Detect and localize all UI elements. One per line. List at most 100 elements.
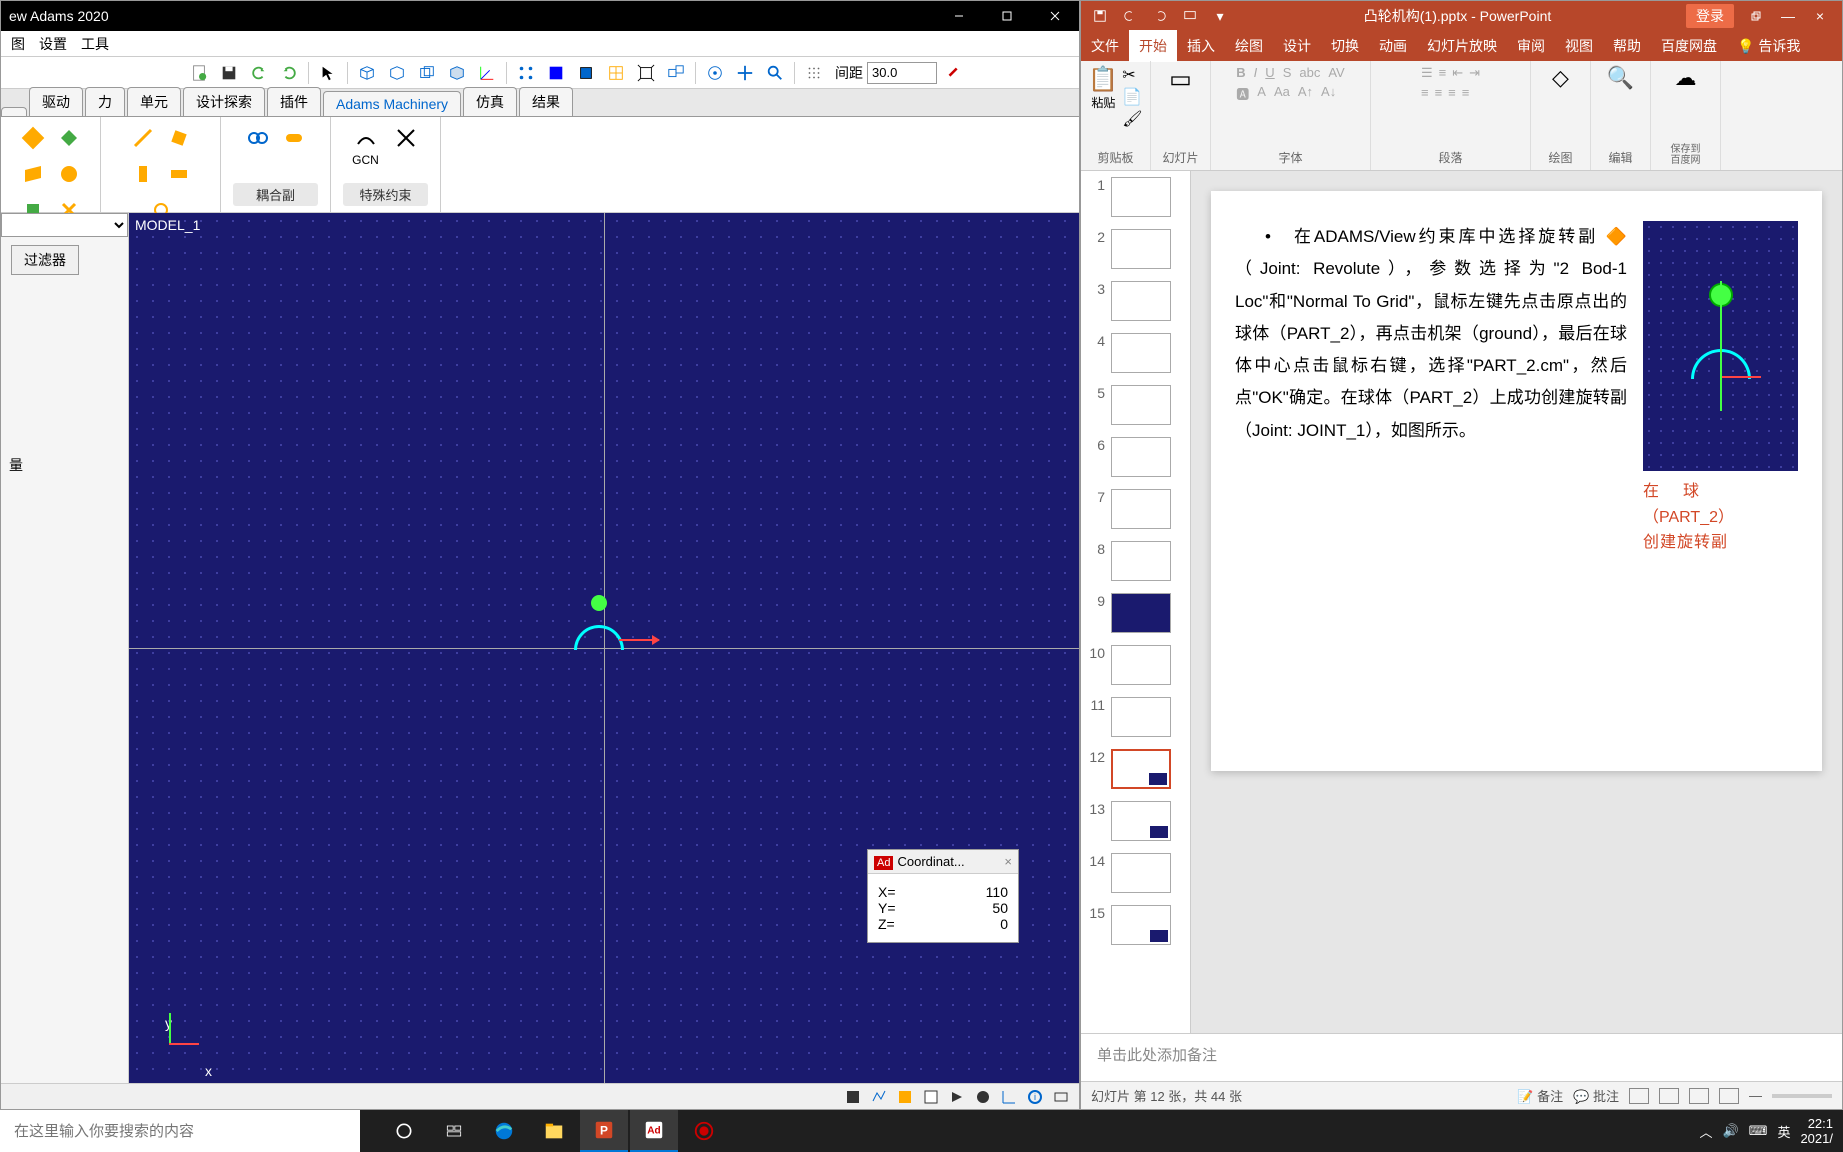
ppt-zoom-slider[interactable]: [1772, 1094, 1832, 1098]
bullets-button[interactable]: ☰: [1421, 65, 1433, 81]
box4-icon[interactable]: [444, 60, 470, 86]
slide-text-content[interactable]: • 在ADAMS/View约束库中选择旋转副 🔶（Joint: Revolute…: [1235, 221, 1627, 741]
coordinates-window[interactable]: AdCoordinat... × X=110 Y=50 Z=0: [867, 849, 1019, 943]
ppt-slide[interactable]: • 在ADAMS/View约束库中选择旋转副 🔶（Joint: Revolute…: [1211, 191, 1822, 771]
numbers-button[interactable]: ≡: [1439, 65, 1447, 81]
thumb-7[interactable]: [1111, 489, 1171, 529]
part2-sphere[interactable]: [591, 595, 607, 611]
tab-machinery[interactable]: Adams Machinery: [323, 91, 461, 116]
align-justify[interactable]: ≡: [1462, 85, 1470, 100]
thumb-1[interactable]: [1111, 177, 1171, 217]
menu-view[interactable]: 图: [5, 32, 31, 56]
joint-ball-icon[interactable]: [54, 159, 84, 189]
redo-icon[interactable]: [276, 60, 302, 86]
ppt-minimize-icon[interactable]: —: [1774, 6, 1802, 26]
primitive3-icon[interactable]: [128, 159, 158, 189]
tab-body[interactable]: [1, 107, 27, 116]
ppt-menu-file[interactable]: 文件: [1081, 30, 1129, 62]
baidu-save-icon[interactable]: ☁: [1675, 65, 1697, 91]
undo-icon[interactable]: [246, 60, 272, 86]
tab-force[interactable]: 力: [85, 87, 125, 116]
status-icon-8[interactable]: i: [1025, 1087, 1045, 1107]
ppt-menu-help[interactable]: 帮助: [1603, 30, 1651, 62]
magnify-icon[interactable]: [762, 60, 788, 86]
sub-button[interactable]: abc: [1299, 65, 1320, 80]
ppt-menu-design[interactable]: 设计: [1273, 30, 1321, 62]
tab-drive[interactable]: 驱动: [29, 87, 83, 116]
copy-icon[interactable]: 📄: [1122, 87, 1142, 107]
box-icon[interactable]: [354, 60, 380, 86]
tray-volume-icon[interactable]: 🔊: [1722, 1123, 1738, 1139]
tray-date[interactable]: 2021/: [1800, 1131, 1833, 1146]
expand-icon[interactable]: [633, 60, 659, 86]
fontcolor-button[interactable]: 🅰: [1236, 84, 1249, 103]
tray-ime[interactable]: 英: [1777, 1122, 1790, 1141]
paste-label[interactable]: 粘贴: [1088, 94, 1118, 111]
edge-icon[interactable]: [480, 1110, 528, 1152]
casing-button[interactable]: Aa: [1274, 84, 1290, 103]
joint-cylinder-icon[interactable]: [18, 159, 48, 189]
status-icon-2[interactable]: [869, 1087, 889, 1107]
thumb-6[interactable]: [1111, 437, 1171, 477]
fontsize-up[interactable]: A↑: [1298, 84, 1313, 103]
ppt-notes-area[interactable]: 单击此处添加备注: [1081, 1033, 1842, 1081]
ppt-menu-review[interactable]: 审阅: [1507, 30, 1555, 62]
tab-element[interactable]: 单元: [127, 87, 181, 116]
strike-button[interactable]: S: [1283, 65, 1292, 80]
status-icon-6[interactable]: [973, 1087, 993, 1107]
status-icon-1[interactable]: [843, 1087, 863, 1107]
sidebar-filter-tab[interactable]: 过滤器: [11, 245, 79, 275]
thumb-10[interactable]: [1111, 645, 1171, 685]
ppt-menu-home[interactable]: 开始: [1129, 30, 1177, 62]
zoom-icon[interactable]: [663, 60, 689, 86]
taskbar-search[interactable]: [0, 1110, 360, 1152]
rotate-icon[interactable]: [702, 60, 728, 86]
tray-time[interactable]: 22:1: [1800, 1116, 1833, 1131]
bold-button[interactable]: B: [1236, 65, 1245, 80]
italic-button[interactable]: I: [1254, 65, 1258, 80]
thumb-4[interactable]: [1111, 333, 1171, 373]
coupler2-icon[interactable]: [279, 123, 309, 153]
ppt-login-button[interactable]: 登录: [1686, 4, 1734, 28]
wire-icon[interactable]: [603, 60, 629, 86]
align-left[interactable]: ≡: [1421, 85, 1429, 100]
box3-icon[interactable]: [414, 60, 440, 86]
explorer-icon[interactable]: [530, 1110, 578, 1152]
thumb-2[interactable]: [1111, 229, 1171, 269]
paste-icon[interactable]: 📋: [1088, 65, 1118, 94]
tab-result[interactable]: 结果: [519, 87, 573, 116]
align-icon[interactable]: [513, 60, 539, 86]
ppt-menu-view[interactable]: 视图: [1555, 30, 1603, 62]
fontsize-down[interactable]: A↓: [1321, 84, 1336, 103]
editing-icon[interactable]: 🔍: [1607, 65, 1634, 91]
tray-wifi-icon[interactable]: ⌨: [1749, 1123, 1768, 1139]
tab-design[interactable]: 设计探索: [183, 87, 265, 116]
render-icon[interactable]: [573, 60, 599, 86]
new-slide-icon[interactable]: ▭: [1169, 65, 1192, 94]
status-icon-4[interactable]: [921, 1087, 941, 1107]
axis-icon[interactable]: [474, 60, 500, 86]
model-select[interactable]: [1, 213, 128, 237]
box2-icon[interactable]: [384, 60, 410, 86]
ppt-view-reading[interactable]: [1689, 1088, 1709, 1104]
taskview-icon[interactable]: [430, 1110, 478, 1152]
ppt-close-icon[interactable]: ×: [1806, 6, 1834, 26]
thumb-14[interactable]: [1111, 853, 1171, 893]
thumb-11[interactable]: [1111, 697, 1171, 737]
minimize-button[interactable]: [935, 1, 983, 31]
qat-redo-icon[interactable]: [1151, 7, 1169, 25]
new-icon[interactable]: [186, 60, 212, 86]
align-center[interactable]: ≡: [1435, 85, 1443, 100]
tab-simulate[interactable]: 仿真: [463, 87, 517, 116]
status-icon-5[interactable]: [947, 1087, 967, 1107]
clear-button[interactable]: AV: [1328, 65, 1344, 80]
adams-taskbar-icon[interactable]: Ad: [630, 1110, 678, 1152]
ppt-restore-icon[interactable]: [1742, 6, 1770, 26]
qat-undo-icon[interactable]: [1121, 7, 1139, 25]
ppt-slide-area[interactable]: • 在ADAMS/View约束库中选择旋转副 🔶（Joint: Revolute…: [1191, 171, 1842, 1033]
thumb-3[interactable]: [1111, 281, 1171, 321]
cortana-icon[interactable]: [380, 1110, 428, 1152]
thumb-12[interactable]: [1111, 749, 1171, 789]
status-icon-3[interactable]: [895, 1087, 915, 1107]
grid-icon[interactable]: [801, 60, 827, 86]
